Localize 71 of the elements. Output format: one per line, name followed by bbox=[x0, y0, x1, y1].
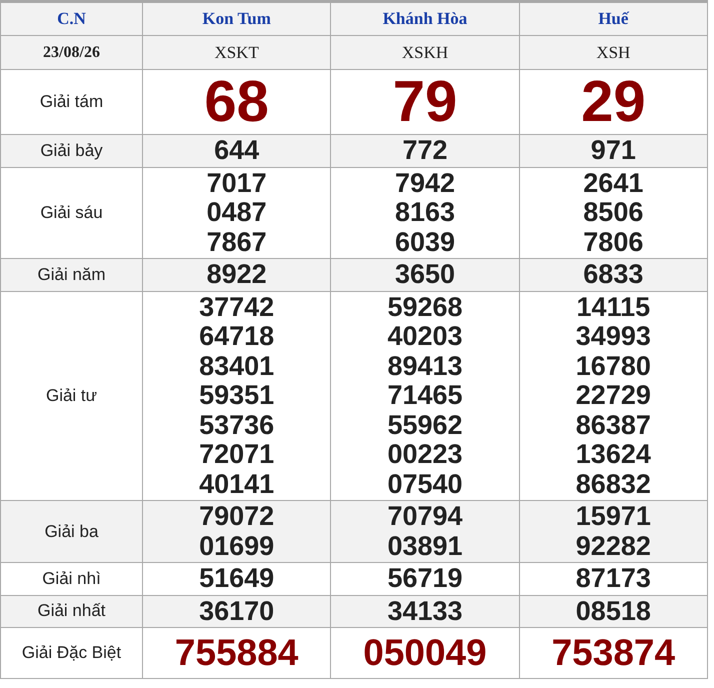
winning-number: 79 bbox=[392, 71, 458, 133]
winning-number: 40141 bbox=[198, 470, 276, 499]
prize-label: Giải sáu bbox=[40, 202, 103, 222]
winning-number: 89413 bbox=[386, 352, 464, 381]
winning-number: 15971 bbox=[574, 502, 652, 532]
winning-number: 13624 bbox=[574, 440, 652, 470]
winning-number: 56719 bbox=[386, 564, 464, 594]
province-name: Huế bbox=[598, 9, 628, 28]
winning-number: 8163 bbox=[394, 198, 456, 228]
prize-label: Giải năm bbox=[37, 264, 106, 284]
winning-number: 51649 bbox=[198, 564, 276, 594]
winning-number: 7806 bbox=[582, 228, 644, 257]
prize-label: Giải ba bbox=[44, 522, 98, 540]
winning-number: 59268 bbox=[386, 292, 464, 322]
winning-number: 86832 bbox=[574, 470, 652, 499]
lottery-code: XSH bbox=[596, 42, 630, 62]
winning-number: 644 bbox=[213, 136, 260, 166]
winning-number: 71465 bbox=[386, 381, 464, 410]
province-name: Kon Tum bbox=[202, 9, 271, 28]
winning-number: 59351 bbox=[198, 381, 276, 410]
winning-number: 64718 bbox=[198, 322, 276, 352]
winning-number: 34993 bbox=[574, 322, 652, 352]
winning-number: 6833 bbox=[582, 260, 644, 290]
winning-number: 08518 bbox=[574, 596, 652, 626]
lottery-code: XSKT bbox=[214, 42, 259, 62]
winning-number: 83401 bbox=[198, 352, 276, 381]
winning-number: 01699 bbox=[198, 532, 276, 561]
prize-label: Giải tám bbox=[40, 92, 104, 111]
lottery-code: XSKH bbox=[402, 42, 448, 62]
winning-number: 0487 bbox=[206, 198, 268, 228]
winning-number: 6039 bbox=[394, 228, 456, 257]
winning-number: 753874 bbox=[550, 631, 676, 675]
winning-number: 53736 bbox=[198, 410, 276, 440]
winning-number: 7017 bbox=[206, 168, 268, 198]
winning-number: 03891 bbox=[386, 532, 464, 561]
winning-number: 37742 bbox=[198, 292, 276, 322]
winning-number: 971 bbox=[590, 136, 637, 166]
winning-number: 772 bbox=[401, 136, 449, 166]
winning-number: 755884 bbox=[174, 631, 300, 675]
prize-label: Giải Đặc Biệt bbox=[22, 643, 122, 662]
winning-number: 22729 bbox=[574, 381, 652, 410]
winning-number: 86387 bbox=[574, 410, 652, 440]
province-name: Khánh Hòa bbox=[382, 9, 468, 28]
prize-label: Giải nhất bbox=[37, 601, 106, 620]
prize-label: Giải bảy bbox=[40, 140, 103, 160]
winning-number: 70794 bbox=[386, 502, 464, 532]
winning-number: 87173 bbox=[574, 564, 652, 594]
winning-number: 14115 bbox=[576, 292, 652, 322]
winning-number: 8506 bbox=[582, 198, 644, 228]
winning-number: 8922 bbox=[206, 260, 268, 290]
winning-number: 55962 bbox=[386, 410, 464, 440]
winning-number: 7867 bbox=[206, 228, 268, 257]
prize-label: Giải nhì bbox=[42, 568, 101, 588]
winning-number: 07540 bbox=[386, 470, 464, 499]
prize-label: Giải tư bbox=[46, 386, 98, 405]
winning-number: 16780 bbox=[574, 352, 652, 381]
winning-number: 29 bbox=[580, 71, 647, 133]
winning-number: 050049 bbox=[362, 631, 488, 675]
winning-number: 72071 bbox=[198, 440, 276, 470]
winning-number: 36170 bbox=[198, 596, 276, 626]
winning-number: 40203 bbox=[386, 322, 464, 352]
winning-number: 3650 bbox=[394, 260, 456, 290]
winning-number: 7942 bbox=[394, 168, 456, 198]
winning-number: 92282 bbox=[574, 532, 652, 561]
day-label: C.N bbox=[57, 9, 86, 28]
winning-number: 79072 bbox=[198, 502, 276, 532]
winning-number: 68 bbox=[203, 71, 270, 133]
draw-date: 23/08/26 bbox=[43, 44, 100, 60]
winning-number: 2641 bbox=[582, 168, 644, 198]
winning-number: 34133 bbox=[386, 596, 464, 626]
winning-number: 00223 bbox=[386, 440, 464, 470]
